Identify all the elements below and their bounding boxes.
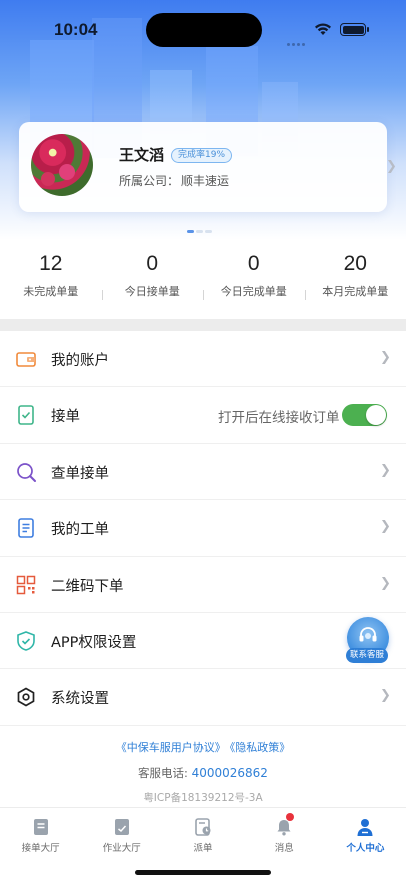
person-icon xyxy=(357,819,373,836)
user-name: 王文滔 xyxy=(119,146,165,164)
chevron-right-icon: ❯ xyxy=(386,159,397,174)
menu-item-label: 我的工单 xyxy=(51,522,109,539)
stat-today-completed[interactable]: 0 今日完成单量 xyxy=(203,248,305,306)
chevron-right-icon: ❯ xyxy=(380,575,391,591)
chevron-right-icon: ❯ xyxy=(380,350,391,365)
tab-label: 派单 xyxy=(193,843,213,854)
signal-dots-icon xyxy=(287,31,309,46)
stat-value: 12 xyxy=(39,252,63,275)
toggle-hint: 打开后在线接收订单 xyxy=(218,410,340,427)
document-icon xyxy=(18,518,34,538)
icp-record: 粤ICP备18139212号-3A xyxy=(143,792,263,804)
company-label: 所属公司： xyxy=(119,174,180,188)
menu-item-receive-orders: 接单 打开后在线接收订单 xyxy=(0,387,406,444)
qrcode-icon xyxy=(16,575,36,594)
dynamic-island xyxy=(146,13,262,47)
company-info: 所属公司： 顺丰速运 xyxy=(119,172,231,189)
avatar xyxy=(31,134,93,196)
tab-label: 接单大厅 xyxy=(21,843,60,854)
stat-unfinished[interactable]: 12 未完成单量 xyxy=(0,248,102,306)
menu-item-label: APP权限设置 xyxy=(51,634,137,651)
settings-menu: 我的账户 ❯ 接单 打开后在线接收订单 查单接单 ❯ 我的工单 ❯ 二维码下单 … xyxy=(0,331,406,726)
contact-service-label[interactable]: 联系客服 xyxy=(346,648,389,663)
search-icon xyxy=(17,462,36,482)
footer-links: 《中保车服用户协议》 《隐私政策》 xyxy=(0,739,406,755)
home-indicator xyxy=(135,870,271,875)
menu-item-system-settings[interactable]: 系统设置 ❯ xyxy=(0,669,406,726)
wifi-icon xyxy=(315,23,331,35)
privacy-policy-link[interactable]: 《隐私政策》 xyxy=(230,741,291,754)
stat-month-completed[interactable]: 20 本月完成单量 xyxy=(304,248,406,306)
profile-card[interactable]: 王文滔 完成率19% 所属公司： 顺丰速运 ❯ xyxy=(19,122,397,212)
phone-label: 客服电话: xyxy=(138,766,188,780)
tab-label: 个人中心 xyxy=(346,843,385,854)
menu-item-search-orders[interactable]: 查单接单 ❯ xyxy=(0,444,406,501)
stat-label: 未完成单量 xyxy=(23,285,79,298)
hall-icon xyxy=(33,819,48,835)
status-time: 10:04 xyxy=(54,20,98,39)
status-bar: 10:04 xyxy=(0,0,406,60)
menu-item-label: 二维码下单 xyxy=(51,578,124,595)
chevron-right-icon: ❯ xyxy=(380,462,391,478)
order-receive-icon xyxy=(18,405,34,426)
phone-number-link[interactable]: 4000026862 xyxy=(192,766,268,780)
customer-service-phone: 客服电话: 4000026862 xyxy=(0,765,406,781)
chevron-right-icon: ❯ xyxy=(380,519,391,535)
stats-row: 12 未完成单量 0 今日接单量 0 今日完成单量 20 本月完成单量 xyxy=(0,248,406,306)
battery-icon xyxy=(340,23,369,36)
stat-label: 今日接单量 xyxy=(124,285,180,298)
completion-rate-badge: 完成率19% xyxy=(171,148,233,163)
user-agreement-link[interactable]: 《中保车服用户协议》 xyxy=(116,741,226,754)
tab-label: 作业大厅 xyxy=(102,843,141,854)
shield-icon xyxy=(17,631,35,651)
tab-order-hall[interactable]: 接单大厅 xyxy=(0,808,81,883)
stat-label: 今日完成单量 xyxy=(220,285,287,298)
menu-item-label: 系统设置 xyxy=(51,691,109,708)
wallet-icon xyxy=(16,352,36,367)
work-icon xyxy=(114,819,129,835)
section-divider xyxy=(0,319,406,331)
chevron-right-icon: ❯ xyxy=(380,688,391,704)
menu-item-label: 查单接单 xyxy=(51,465,109,482)
stat-value: 20 xyxy=(343,252,367,275)
menu-item-my-account[interactable]: 我的账户 ❯ xyxy=(0,331,406,388)
menu-item-qrcode-order[interactable]: 二维码下单 ❯ xyxy=(0,557,406,613)
company-name: 顺丰速运 xyxy=(181,174,230,188)
headset-icon xyxy=(359,627,377,642)
menu-item-app-permissions[interactable]: APP权限设置 xyxy=(0,613,406,670)
stat-label: 本月完成单量 xyxy=(322,285,389,298)
menu-item-label: 接单 xyxy=(51,409,80,426)
receive-orders-toggle[interactable] xyxy=(342,404,387,427)
tab-personal-center[interactable]: 个人中心 xyxy=(325,808,406,883)
dispatch-icon xyxy=(195,818,211,836)
tab-label: 消息 xyxy=(274,843,294,854)
stat-value: 0 xyxy=(247,252,260,275)
carousel-pager xyxy=(187,218,214,237)
menu-item-my-work-orders[interactable]: 我的工单 ❯ xyxy=(0,500,406,557)
stat-value: 0 xyxy=(146,252,159,275)
menu-item-label: 我的账户 xyxy=(51,353,109,369)
settings-hex-icon xyxy=(17,687,35,707)
stat-today-received[interactable]: 0 今日接单量 xyxy=(101,248,204,306)
